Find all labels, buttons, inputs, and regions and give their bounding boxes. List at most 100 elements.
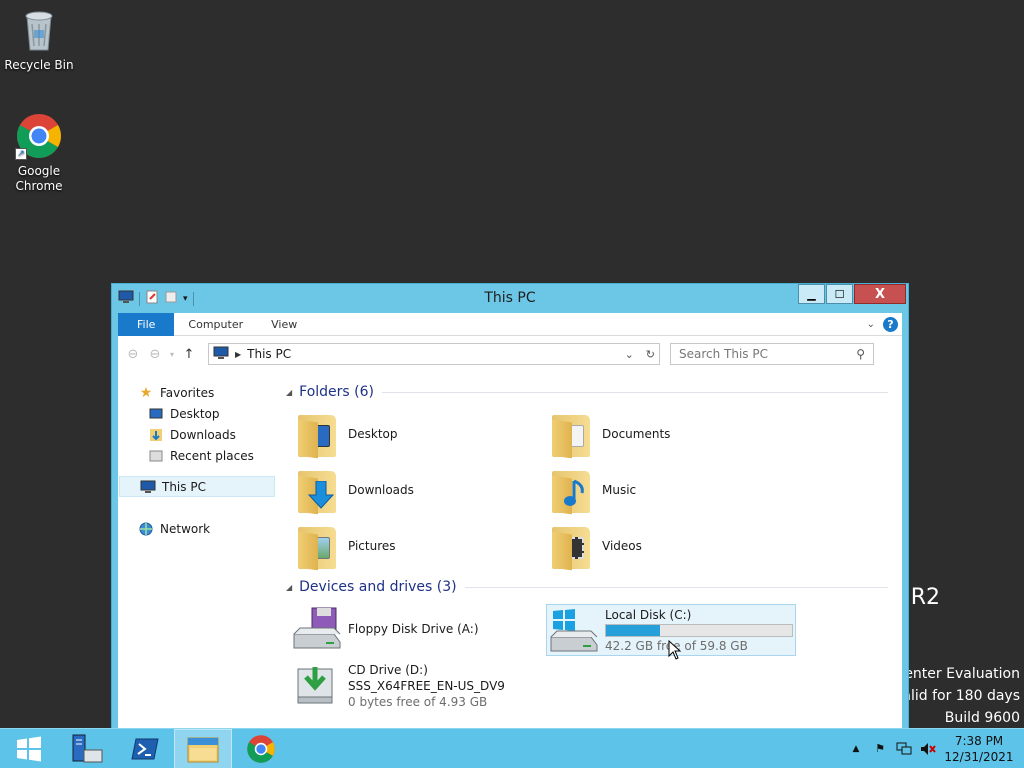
drive-free-space: 42.2 GB free of 59.8 GB: [605, 638, 748, 653]
recycle-bin-label: Recycle Bin: [4, 58, 74, 72]
recycle-bin-icon: [15, 6, 63, 54]
maximize-button[interactable]: ☐: [826, 284, 853, 304]
tab-computer[interactable]: Computer: [174, 313, 257, 336]
up-button[interactable]: ↑: [178, 343, 200, 365]
server-manager-button[interactable]: [58, 729, 116, 768]
watermark-line-1: center Evaluation: [896, 666, 1020, 682]
content-area: ★ Favorites Desktop Downloads Recent pla…: [118, 372, 902, 728]
expand-ribbon-icon[interactable]: ⌄: [867, 319, 875, 330]
this-pc-icon: [213, 346, 229, 363]
folder-tile-desktop[interactable]: Desktop: [294, 408, 544, 460]
watermark-line-3: Build 9600: [944, 710, 1020, 726]
folder-label: Music: [602, 483, 637, 497]
folder-tile-music[interactable]: Music: [548, 464, 798, 516]
navigation-bar: ⊖ ⊖ ▾ ↑ ▶ This PC ⌄ ↻ Search This PC ⚲: [118, 336, 902, 372]
watermark-edition: R2: [910, 585, 940, 610]
chrome-button[interactable]: [232, 729, 290, 768]
watermark-line-2: alid for 180 days: [902, 688, 1020, 704]
address-bar[interactable]: ▶ This PC ⌄ ↻: [208, 343, 660, 365]
explorer-window: ▾ This PC ▁ ☐ X File Computer View ⌄ ? ⊖…: [111, 283, 909, 729]
windows-logo-icon: [17, 736, 41, 761]
folder-label: Desktop: [348, 427, 398, 441]
minimize-icon: ▁: [807, 287, 816, 301]
taskbar: ▲ ⚑ 7:38 PM 12/31/2021: [0, 728, 1024, 768]
computer-icon: [140, 479, 156, 495]
address-dropdown-icon[interactable]: ⌄: [625, 348, 634, 361]
file-explorer-button[interactable]: [174, 728, 232, 768]
drive-tile-cd-d[interactable]: CD Drive (D:) SSS_X64FREE_EN-US_DV9 0 by…: [290, 657, 540, 715]
chrome-icon: ↗: [15, 112, 63, 160]
nav-item-label: Desktop: [170, 406, 220, 421]
drive-label: Local Disk (C:): [605, 607, 692, 622]
forward-button[interactable]: ⊖: [144, 343, 166, 365]
breadcrumb-separator-icon: ▶: [235, 349, 242, 359]
drive-usage-fill: [606, 624, 660, 636]
ribbon-tabs: File Computer View ⌄ ?: [118, 312, 902, 336]
folder-label: Videos: [602, 539, 642, 553]
drive-free-space: 0 bytes free of 4.93 GB: [348, 695, 488, 709]
volume-muted-icon[interactable]: [920, 741, 936, 757]
navigation-pane: ★ Favorites Desktop Downloads Recent pla…: [118, 372, 276, 728]
music-note-icon: [564, 479, 584, 506]
minimize-button[interactable]: ▁: [798, 284, 825, 304]
breadcrumb-this-pc[interactable]: This PC: [247, 347, 291, 361]
drive-label: CD Drive (D:): [348, 663, 428, 677]
title-bar[interactable]: ▾ This PC ▁ ☐ X: [112, 284, 908, 312]
powershell-button[interactable]: [116, 729, 174, 768]
nav-favorites[interactable]: ★ Favorites: [118, 382, 276, 403]
recent-locations-button[interactable]: ▾: [166, 343, 178, 365]
desktop-icon: [148, 406, 164, 422]
forward-arrow-icon: ⊖: [149, 346, 161, 362]
recycle-bin-shortcut[interactable]: Recycle Bin: [1, 6, 77, 73]
action-center-flag-icon[interactable]: ⚑: [872, 741, 888, 757]
chrome-shortcut[interactable]: ↗ Google Chrome: [1, 112, 77, 194]
folder-tile-downloads[interactable]: Downloads: [294, 464, 544, 516]
floppy-drive-icon: [293, 607, 341, 649]
drive-usage-bar: [605, 623, 793, 637]
start-button[interactable]: [0, 729, 58, 768]
network-tray-icon[interactable]: [896, 741, 912, 757]
drive-volume-label: SSS_X64FREE_EN-US_DV9: [348, 679, 505, 693]
tab-file[interactable]: File: [118, 312, 175, 336]
network-icon: [138, 521, 154, 537]
folder-label: Downloads: [348, 483, 414, 497]
back-button[interactable]: ⊖: [122, 343, 144, 365]
folder-tile-pictures[interactable]: Pictures: [294, 520, 544, 572]
drives-group-header[interactable]: ◢ Devices and drives (3): [284, 577, 888, 597]
show-hidden-icons-icon[interactable]: ▲: [848, 741, 864, 757]
nav-item-downloads[interactable]: Downloads: [118, 424, 276, 445]
folder-tile-videos[interactable]: Videos: [548, 520, 798, 572]
chrome-label: Google Chrome: [15, 164, 63, 193]
clock-time: 7:38 PM: [954, 733, 1004, 748]
close-button[interactable]: X: [854, 284, 906, 304]
nav-network[interactable]: Network: [118, 518, 276, 539]
star-icon: ★: [139, 384, 153, 401]
download-arrow-icon: [308, 481, 334, 509]
close-icon: X: [874, 286, 886, 302]
nav-this-pc-label: This PC: [162, 479, 206, 494]
folders-group-header[interactable]: ◢ Folders (6): [284, 382, 888, 402]
refresh-icon[interactable]: ↻: [646, 348, 655, 361]
folder-label: Pictures: [348, 539, 396, 553]
nav-item-desktop[interactable]: Desktop: [118, 403, 276, 424]
clock[interactable]: 7:38 PM 12/31/2021: [944, 733, 1014, 765]
collapse-triangle-icon: ◢: [286, 582, 293, 592]
folders-header-label: Folders (6): [299, 384, 374, 400]
back-arrow-icon: ⊖: [127, 346, 139, 362]
nav-item-label: Recent places: [170, 448, 254, 463]
search-icon: ⚲: [856, 347, 865, 361]
folder-tile-documents[interactable]: Documents: [548, 408, 798, 460]
nav-this-pc[interactable]: This PC: [119, 476, 275, 497]
search-box[interactable]: Search This PC ⚲: [670, 343, 874, 365]
tab-view[interactable]: View: [257, 313, 311, 336]
folder-icon: [548, 523, 594, 571]
windows-drive-icon: [550, 609, 598, 652]
help-icon[interactable]: ?: [883, 316, 898, 332]
nav-network-label: Network: [160, 521, 211, 536]
server-manager-icon: [72, 734, 103, 762]
file-explorer-icon: [187, 737, 219, 762]
drive-tile-floppy[interactable]: Floppy Disk Drive (A:): [290, 603, 540, 655]
nav-item-recent-places[interactable]: Recent places: [118, 445, 276, 466]
nav-item-label: Downloads: [170, 427, 236, 442]
folder-label: Documents: [602, 427, 671, 441]
